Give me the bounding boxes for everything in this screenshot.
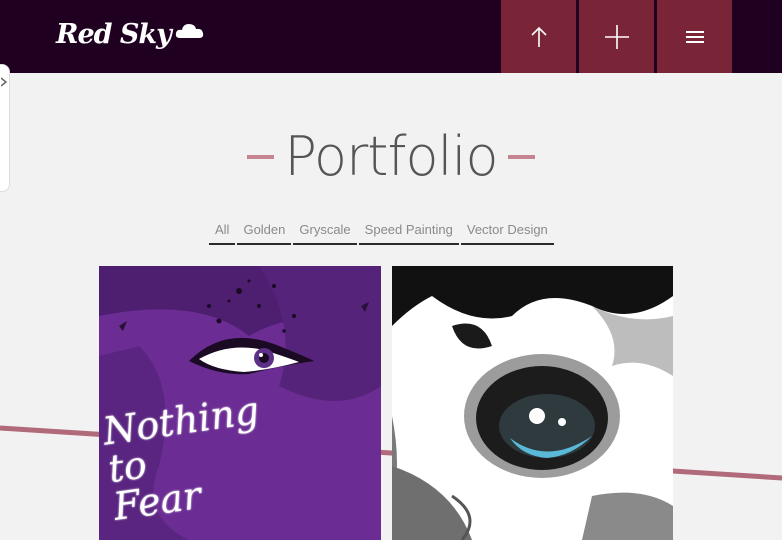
grayscale-masked-face-image [392,266,673,540]
filter-all[interactable]: All [209,218,236,245]
title-dash-left [247,155,275,159]
portfolio-item-1-caption: Nothing to Fear [100,388,262,529]
hamburger-menu-icon [685,30,704,43]
filter-gryscale[interactable]: Gryscale [293,218,357,245]
logo[interactable]: Red Sky [56,14,205,54]
logo-text: Red Sky [56,18,172,50]
plus-icon [604,24,629,49]
gear-icon [1,77,7,87]
add-button[interactable] [579,0,654,73]
filter-golden[interactable]: Golden [237,218,292,245]
scroll-up-button[interactable] [501,0,576,73]
top-header: Red Sky [0,0,782,73]
title-dash-right [507,155,535,159]
filter-speed-painting[interactable]: Speed Painting [358,218,459,245]
portfolio-heading: Portfolio [0,122,782,192]
page-title: Portfolio [284,125,498,188]
arrow-up-icon [530,26,547,47]
menu-button[interactable] [657,0,732,73]
filter-vector-design[interactable]: Vector Design [460,218,554,245]
cloud-icon [175,24,203,38]
portfolio-filters: All Golden Gryscale Speed Painting Vecto… [209,218,554,245]
portfolio-item-2[interactable] [392,266,673,540]
